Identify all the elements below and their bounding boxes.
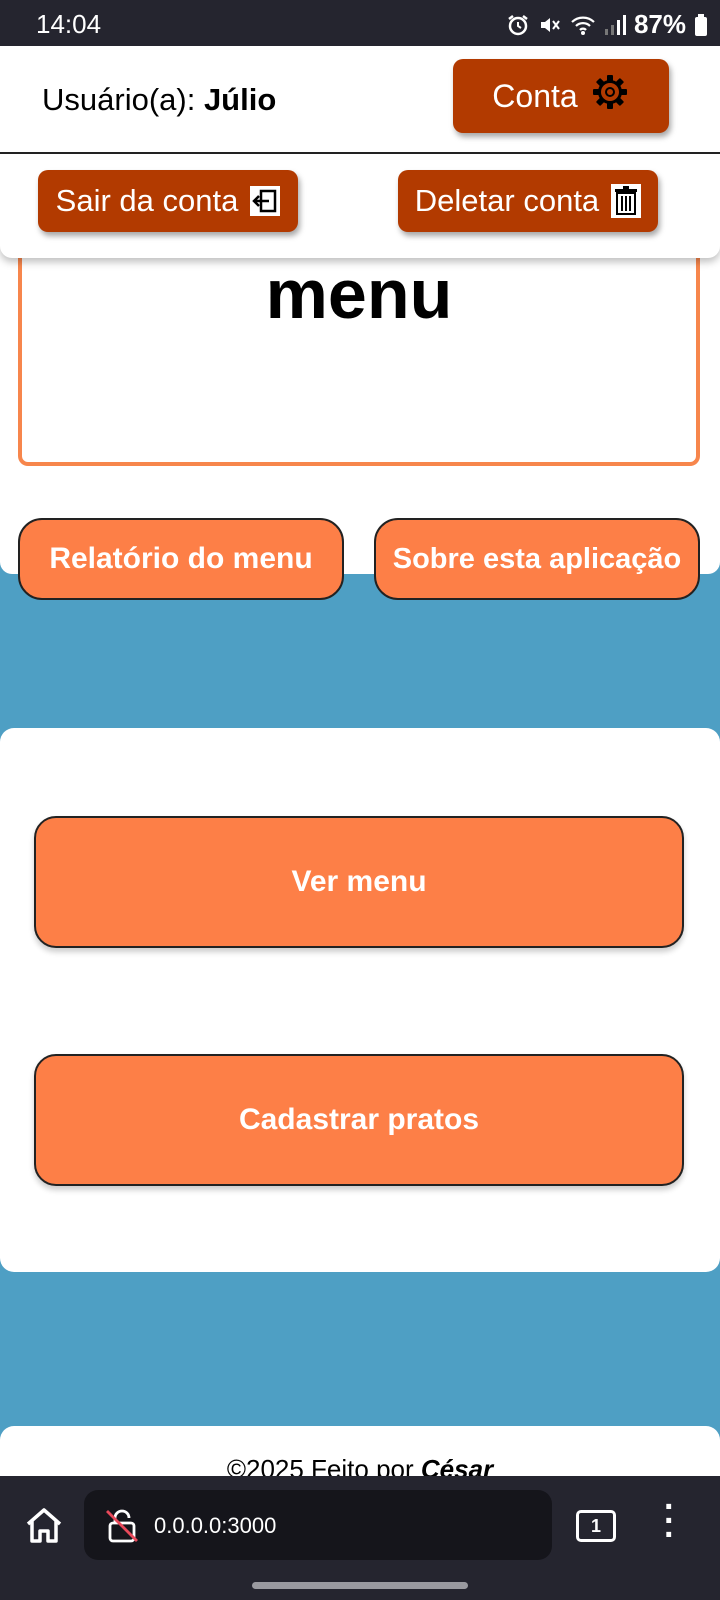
- battery-percent: 87%: [633, 9, 686, 39]
- gesture-handle[interactable]: [252, 1582, 468, 1589]
- tab-switcher-button[interactable]: 1: [576, 1510, 616, 1542]
- view-menu-button[interactable]: Ver menu: [34, 816, 684, 948]
- main-card: Ver menu Cadastrar pratos: [0, 728, 720, 1272]
- gear-icon: [590, 72, 630, 120]
- status-time: 14:04: [36, 9, 102, 39]
- user-label-prefix: Usuário(a):: [42, 82, 204, 117]
- account-button[interactable]: Conta: [453, 59, 669, 133]
- account-panel: Usuário(a): Júlio Conta Sair da conta De…: [0, 46, 720, 258]
- mute-icon: [538, 13, 562, 37]
- status-icons: 87%: [506, 9, 708, 40]
- menu-report-button[interactable]: Relatório do menu: [18, 518, 344, 600]
- delete-account-button[interactable]: Deletar conta: [398, 170, 658, 232]
- user-label: Usuário(a): Júlio: [42, 82, 276, 118]
- about-app-button[interactable]: Sobre esta aplicação: [374, 518, 700, 600]
- account-button-label: Conta: [492, 77, 578, 114]
- trash-icon: [611, 184, 642, 218]
- signal-icon: [604, 13, 626, 37]
- delete-account-label: Deletar conta: [414, 183, 600, 218]
- home-icon[interactable]: [22, 1504, 66, 1548]
- insecure-lock-icon[interactable]: [104, 1508, 140, 1544]
- battery-icon: [694, 13, 708, 37]
- logout-icon: [250, 186, 281, 216]
- wifi-icon: [570, 13, 596, 37]
- alarm-icon: [506, 13, 530, 37]
- user-name: Júlio: [203, 82, 277, 117]
- url-text: 0.0.0.0:3000: [154, 1513, 277, 1538]
- logout-button-label: Sair da conta: [55, 183, 239, 218]
- address-bar[interactable]: 0.0.0.0:3000: [84, 1490, 552, 1560]
- divider: [0, 152, 720, 154]
- status-bar: 14:04 87%: [0, 0, 720, 46]
- logout-button[interactable]: Sair da conta: [38, 170, 298, 232]
- register-dishes-button[interactable]: Cadastrar pratos: [34, 1054, 684, 1186]
- more-options-icon[interactable]: · · ·: [664, 1490, 675, 1552]
